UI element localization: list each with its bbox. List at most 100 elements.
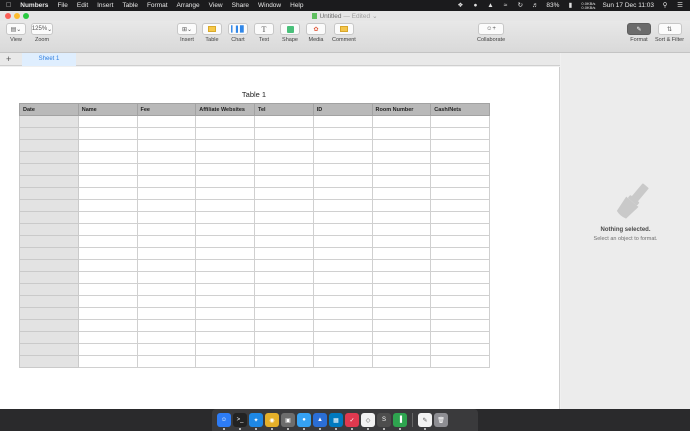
table-cell[interactable] (136, 355, 197, 368)
table-cell[interactable] (371, 271, 432, 284)
text-button[interactable]: T Text (254, 23, 274, 43)
format-button[interactable]: ✎ Format (627, 23, 651, 43)
table-cell[interactable] (136, 343, 197, 356)
table-cell[interactable] (77, 115, 138, 128)
spreadsheet-table[interactable]: Date Name Fee Affiliate Websites Tel ID … (19, 103, 490, 368)
table-cell[interactable] (371, 187, 432, 200)
table-cell[interactable] (371, 247, 432, 260)
table-cell[interactable] (195, 127, 255, 140)
table-cell[interactable] (254, 247, 314, 260)
terminal-icon[interactable]: >_ (233, 413, 247, 430)
table-cell[interactable] (371, 175, 432, 188)
table-cell[interactable] (77, 319, 138, 332)
table-cell[interactable] (195, 271, 255, 284)
table-cell[interactable] (195, 259, 255, 272)
sketch-icon[interactable]: ◇ (361, 413, 375, 430)
table-cell[interactable] (430, 163, 490, 176)
date-cell[interactable] (19, 319, 79, 332)
table-cell[interactable] (371, 139, 432, 152)
media-button[interactable]: ✿ Media (306, 23, 326, 43)
table-cell[interactable] (254, 139, 314, 152)
battery-percent[interactable]: 83% (546, 2, 559, 9)
table-cell[interactable] (195, 187, 255, 200)
date-cell[interactable] (19, 211, 79, 224)
table-cell[interactable] (430, 223, 490, 236)
table-cell[interactable] (77, 151, 138, 164)
view-button[interactable]: ▤⌄ View (6, 23, 26, 43)
trash-icon[interactable]: 🗑 (434, 413, 448, 427)
finder-icon[interactable]: ☺ (217, 413, 231, 430)
table-cell[interactable] (136, 127, 197, 140)
table-cell[interactable] (430, 247, 490, 260)
date-cell[interactable] (19, 235, 79, 248)
table-cell[interactable] (195, 223, 255, 236)
table-cell[interactable] (312, 247, 373, 260)
table-cell[interactable] (195, 283, 255, 296)
table-cell[interactable] (312, 319, 373, 332)
date-cell[interactable] (19, 355, 79, 368)
table-cell[interactable] (77, 259, 138, 272)
table-cell[interactable] (430, 283, 490, 296)
table-cell[interactable] (312, 283, 373, 296)
table-cell[interactable] (136, 247, 197, 260)
sheet-canvas[interactable]: Table 1 Date Name Fee Affiliate Websites… (0, 67, 560, 409)
menu-table[interactable]: Table (122, 2, 138, 9)
table-cell[interactable] (254, 175, 314, 188)
table-cell[interactable] (312, 259, 373, 272)
table-cell[interactable] (254, 343, 314, 356)
table-cell[interactable] (254, 259, 314, 272)
table-cell[interactable] (254, 151, 314, 164)
table-cell[interactable] (136, 139, 197, 152)
photos-menu-icon[interactable]: ● (471, 2, 479, 9)
table-cell[interactable] (136, 271, 197, 284)
table-cell[interactable] (430, 343, 490, 356)
numbers-icon[interactable]: ▐ (393, 413, 407, 430)
table-cell[interactable] (312, 211, 373, 224)
date-cell[interactable] (19, 247, 79, 260)
table-cell[interactable] (312, 235, 373, 248)
table-cell[interactable] (430, 271, 490, 284)
dropbox-icon[interactable]: ❖ (456, 2, 464, 9)
menu-share[interactable]: Share (232, 2, 249, 9)
date-cell[interactable] (19, 295, 79, 308)
date-cell[interactable] (19, 343, 79, 356)
table-cell[interactable] (136, 115, 197, 128)
table-cell[interactable] (430, 199, 490, 212)
table-cell[interactable] (312, 331, 373, 344)
table-cell[interactable] (136, 187, 197, 200)
table-cell[interactable] (312, 343, 373, 356)
date-cell[interactable] (19, 283, 79, 296)
column-header-cash-nets[interactable]: Cash/Nets (430, 103, 490, 116)
menu-help[interactable]: Help (290, 2, 303, 9)
comment-button[interactable]: Comment (332, 23, 356, 43)
table-cell[interactable] (136, 175, 197, 188)
apple-menu-icon[interactable]:  (6, 2, 11, 9)
pocket-icon[interactable]: ✓ (345, 413, 359, 430)
menu-arrange[interactable]: Arrange (177, 2, 200, 9)
volume-icon[interactable]: ♬ (531, 2, 539, 9)
table-cell[interactable] (77, 163, 138, 176)
safari-icon[interactable]: ✦ (249, 413, 263, 430)
table-cell[interactable] (136, 151, 197, 164)
table-cell[interactable] (77, 247, 138, 260)
date-cell[interactable] (19, 151, 79, 164)
network-speed[interactable]: 0.0KB/s 0.0KB/s (581, 1, 595, 10)
table-cell[interactable] (77, 307, 138, 320)
table-cell[interactable] (312, 307, 373, 320)
table-cell[interactable] (77, 283, 138, 296)
date-cell[interactable] (19, 175, 79, 188)
table-cell[interactable] (371, 355, 432, 368)
table-cell[interactable] (254, 295, 314, 308)
column-header-affiliate-websites[interactable]: Affiliate Websites (195, 103, 255, 116)
table-cell[interactable] (77, 271, 138, 284)
table-cell[interactable] (312, 127, 373, 140)
table-cell[interactable] (312, 355, 373, 368)
menu-file[interactable]: File (57, 2, 67, 9)
table-cell[interactable] (430, 307, 490, 320)
notification-center-icon[interactable]: ☰ (676, 2, 684, 9)
table-button[interactable]: Table (202, 23, 222, 43)
table-cell[interactable] (312, 115, 373, 128)
messages-icon[interactable]: ● (297, 413, 311, 430)
textedit-icon[interactable]: ✎ (418, 413, 432, 430)
menu-edit[interactable]: Edit (77, 2, 88, 9)
